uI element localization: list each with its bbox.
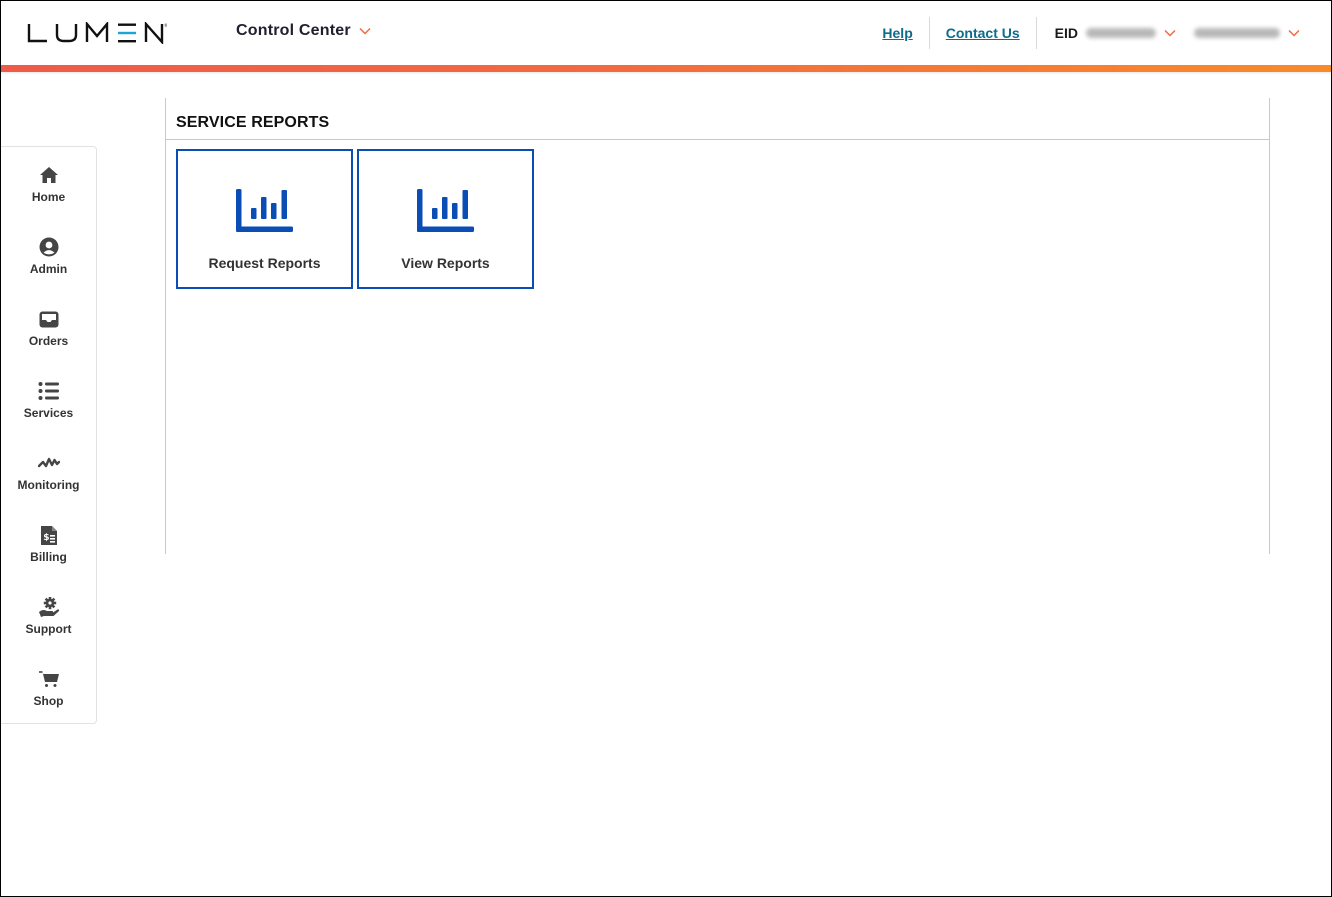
request-reports-tile[interactable]: Request Reports [176, 149, 353, 289]
sidebar-item-label: Services [23, 406, 74, 420]
sidebar-item-label: Admin [29, 262, 68, 276]
brand-accent-bar [0, 65, 1332, 72]
help-link[interactable]: Help [866, 25, 928, 41]
chevron-down-icon [1164, 29, 1176, 37]
sidebar-item-label: Monitoring [17, 478, 80, 492]
pulse-icon [37, 452, 60, 474]
home-icon [38, 164, 60, 186]
sidebar-item-services[interactable]: Services [1, 380, 96, 440]
app-switcher-label: Control Center [236, 22, 351, 39]
svg-text:$: $ [43, 533, 49, 543]
sidebar-item-monitoring[interactable]: Monitoring [1, 452, 96, 512]
cart-icon [38, 668, 60, 690]
sidebar-item-admin[interactable]: Admin [1, 236, 96, 296]
sidebar-item-home[interactable]: Home [1, 164, 96, 224]
sidebar-item-label: Home [31, 190, 66, 204]
chevron-down-icon [359, 27, 371, 35]
tile-label: Request Reports [208, 255, 321, 271]
username-redacted [1194, 28, 1280, 38]
page-title: SERVICE REPORTS [176, 114, 330, 131]
service-reports-panel: SERVICE REPORTS Request Reports View Rep… [165, 98, 1270, 554]
tile-label: View Reports [401, 255, 490, 271]
sidebar-nav: Home Admin Orders Services Monitoring $ … [1, 146, 97, 724]
bar-chart-icon [235, 189, 293, 232]
sidebar-item-label: Support [25, 622, 72, 636]
app-switcher-dropdown[interactable]: Control Center [236, 22, 371, 40]
eid-dropdown[interactable]: EID [1037, 25, 1176, 41]
sidebar-item-label: Orders [28, 334, 69, 348]
lumen-logo-icon: ® [27, 22, 167, 44]
top-header: ® Control Center Help Contact Us EID [0, 0, 1332, 65]
header-shadow [0, 72, 1332, 75]
eid-value-redacted [1086, 28, 1156, 38]
sidebar-item-support[interactable]: Support [1, 596, 96, 656]
svg-text:®: ® [164, 23, 167, 28]
sidebar-item-shop[interactable]: Shop [1, 668, 96, 728]
sidebar-item-billing[interactable]: $ Billing [1, 524, 96, 584]
lumen-logo[interactable]: ® [27, 21, 167, 45]
sidebar-item-label: Billing [30, 550, 67, 564]
sidebar-item-orders[interactable]: Orders [1, 308, 96, 368]
bar-chart-icon [416, 189, 474, 232]
header-utility-nav: Help Contact Us EID [866, 17, 1332, 49]
view-reports-tile[interactable]: View Reports [357, 149, 534, 289]
user-account-dropdown[interactable] [1194, 28, 1300, 38]
hand-gear-icon [38, 596, 60, 618]
chevron-down-icon [1288, 29, 1300, 37]
title-divider [166, 139, 1270, 140]
contact-us-link[interactable]: Contact Us [930, 25, 1036, 41]
inbox-tray-icon [38, 308, 60, 330]
list-icon [38, 380, 60, 402]
invoice-dollar-icon: $ [38, 524, 60, 546]
sidebar-item-label: Shop [33, 694, 64, 708]
eid-label: EID [1054, 25, 1078, 41]
user-circle-icon [38, 236, 60, 258]
